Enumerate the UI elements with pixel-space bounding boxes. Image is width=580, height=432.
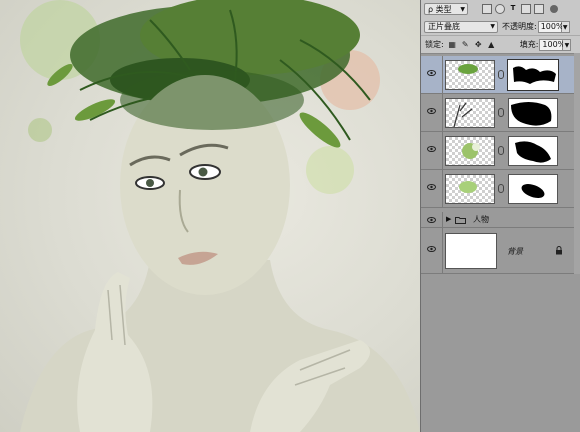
layer-filter-bar: ρ 类型 ▼ T <box>421 0 580 19</box>
lock-position-icon[interactable]: ✥ <box>474 40 483 49</box>
fill-label: 填充: <box>519 40 539 49</box>
layers-scrollbar[interactable] <box>574 53 580 274</box>
link-icon[interactable] <box>498 184 504 193</box>
opacity-input[interactable]: 100% <box>537 20 564 33</box>
shape-filter-icon[interactable] <box>521 4 531 14</box>
layer-row[interactable] <box>421 56 580 94</box>
group-name: 人物 <box>473 215 489 224</box>
layer-mask-thumbnail[interactable] <box>507 59 559 91</box>
lock-fill-bar: 锁定: ▦ ✎ ✥ ▲ 填充: 100% ▼ <box>421 36 580 54</box>
opacity-label: 不透明度: <box>502 22 537 31</box>
lock-label: 锁定: <box>425 40 444 49</box>
eye-icon[interactable] <box>427 70 436 76</box>
eye-icon[interactable] <box>427 184 436 190</box>
blend-opacity-bar: 正片叠底 ▼ 不透明度: 100% ▼ <box>421 18 580 36</box>
adjustment-filter-icon[interactable] <box>495 4 505 14</box>
lock-all-icon[interactable]: ▲ <box>487 40 496 49</box>
smart-object-filter-icon[interactable] <box>534 4 544 14</box>
layer-mask-thumbnail[interactable] <box>508 136 558 166</box>
layer-thumbnail[interactable] <box>445 174 495 204</box>
lock-icon <box>556 246 562 255</box>
link-icon[interactable] <box>498 146 504 155</box>
expand-arrow-icon[interactable]: ▶ <box>446 215 451 223</box>
link-icon[interactable] <box>498 108 504 117</box>
layer-row[interactable] <box>421 170 580 208</box>
link-icon[interactable] <box>498 70 504 79</box>
background-layer-row[interactable]: 背景 <box>421 228 580 274</box>
layer-thumbnail[interactable] <box>445 98 495 128</box>
fill-input[interactable]: 100% <box>539 38 565 51</box>
opacity-dropdown-icon[interactable]: ▼ <box>561 20 570 33</box>
layer-mask-thumbnail[interactable] <box>508 174 558 204</box>
type-filter-icon[interactable]: T <box>508 4 518 14</box>
filter-kind-dropdown[interactable]: ρ 类型 ▼ <box>424 3 468 15</box>
layer-row[interactable] <box>421 94 580 132</box>
layer-thumbnail[interactable] <box>445 136 495 166</box>
lock-image-icon[interactable]: ✎ <box>461 40 470 49</box>
background-thumbnail[interactable] <box>445 233 497 269</box>
pixel-filter-icon[interactable] <box>482 4 492 14</box>
filter-toggle-icon[interactable] <box>550 5 558 13</box>
layer-group-row[interactable]: ▶ 人物 <box>421 212 580 228</box>
layer-thumbnail[interactable] <box>445 60 495 90</box>
lock-transparent-icon[interactable]: ▦ <box>448 40 457 49</box>
fill-dropdown-icon[interactable]: ▼ <box>563 38 572 51</box>
layer-mask-thumbnail[interactable] <box>508 98 558 128</box>
layer-row[interactable] <box>421 132 580 170</box>
eye-icon[interactable] <box>427 108 436 114</box>
eye-icon[interactable] <box>427 217 436 223</box>
background-layer-name: 背景 <box>507 247 523 256</box>
eye-icon[interactable] <box>427 246 436 252</box>
layers-panel: ρ 类型 ▼ T 正片叠底 ▼ 不透明度: 100% ▼ 锁定: ▦ ✎ ✥ ▲ 填… <box>420 0 580 432</box>
image-canvas[interactable] <box>0 0 420 432</box>
artwork-illustration <box>20 0 420 432</box>
eye-icon[interactable] <box>427 146 436 152</box>
folder-icon <box>455 217 466 224</box>
blend-mode-dropdown[interactable]: 正片叠底 ▼ <box>424 20 498 33</box>
